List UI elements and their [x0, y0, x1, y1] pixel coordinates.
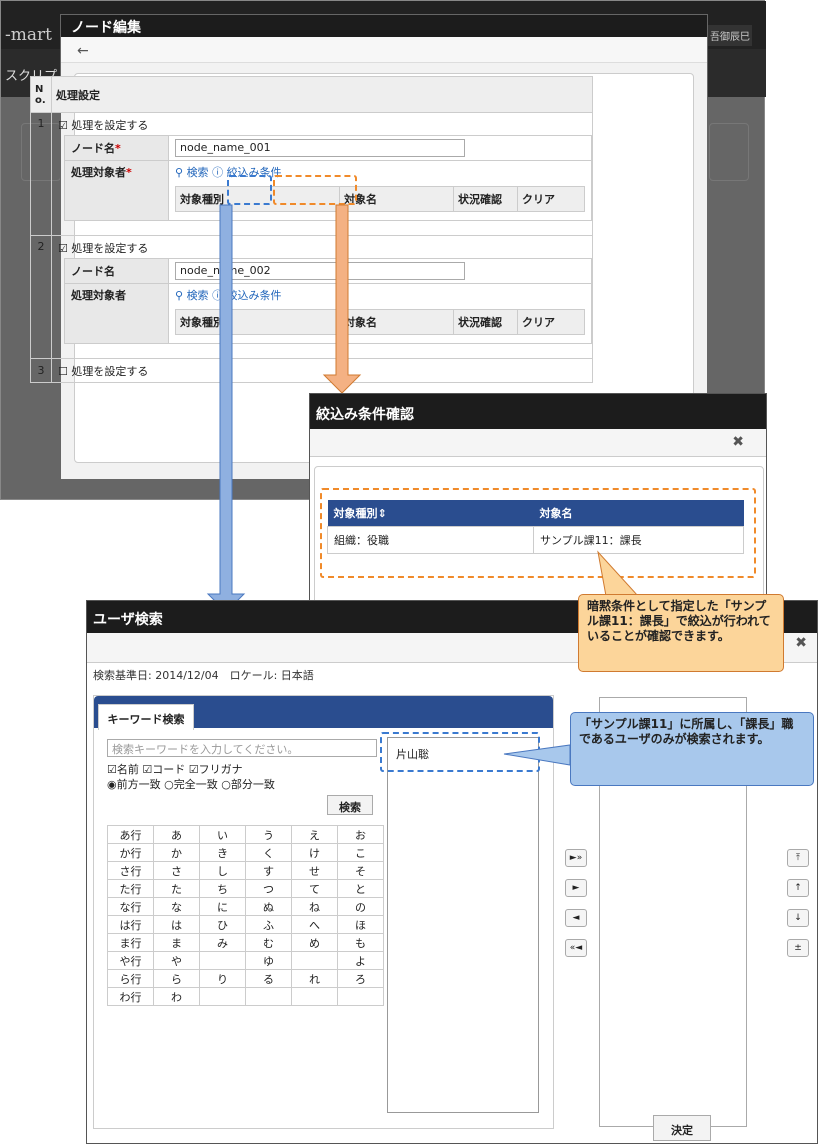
callout-pointers — [503, 550, 640, 766]
pointer-blue — [503, 744, 571, 766]
callout-result-note: 「サンプル課11」に所属し、「課長」職であるユーザのみが検索されます。 — [570, 712, 814, 786]
pointer-orange — [597, 550, 640, 597]
callout-filter-note: 暗黙条件として指定した「サンプル課11：課長」で絞込が行われていることが確認でき… — [578, 594, 784, 672]
